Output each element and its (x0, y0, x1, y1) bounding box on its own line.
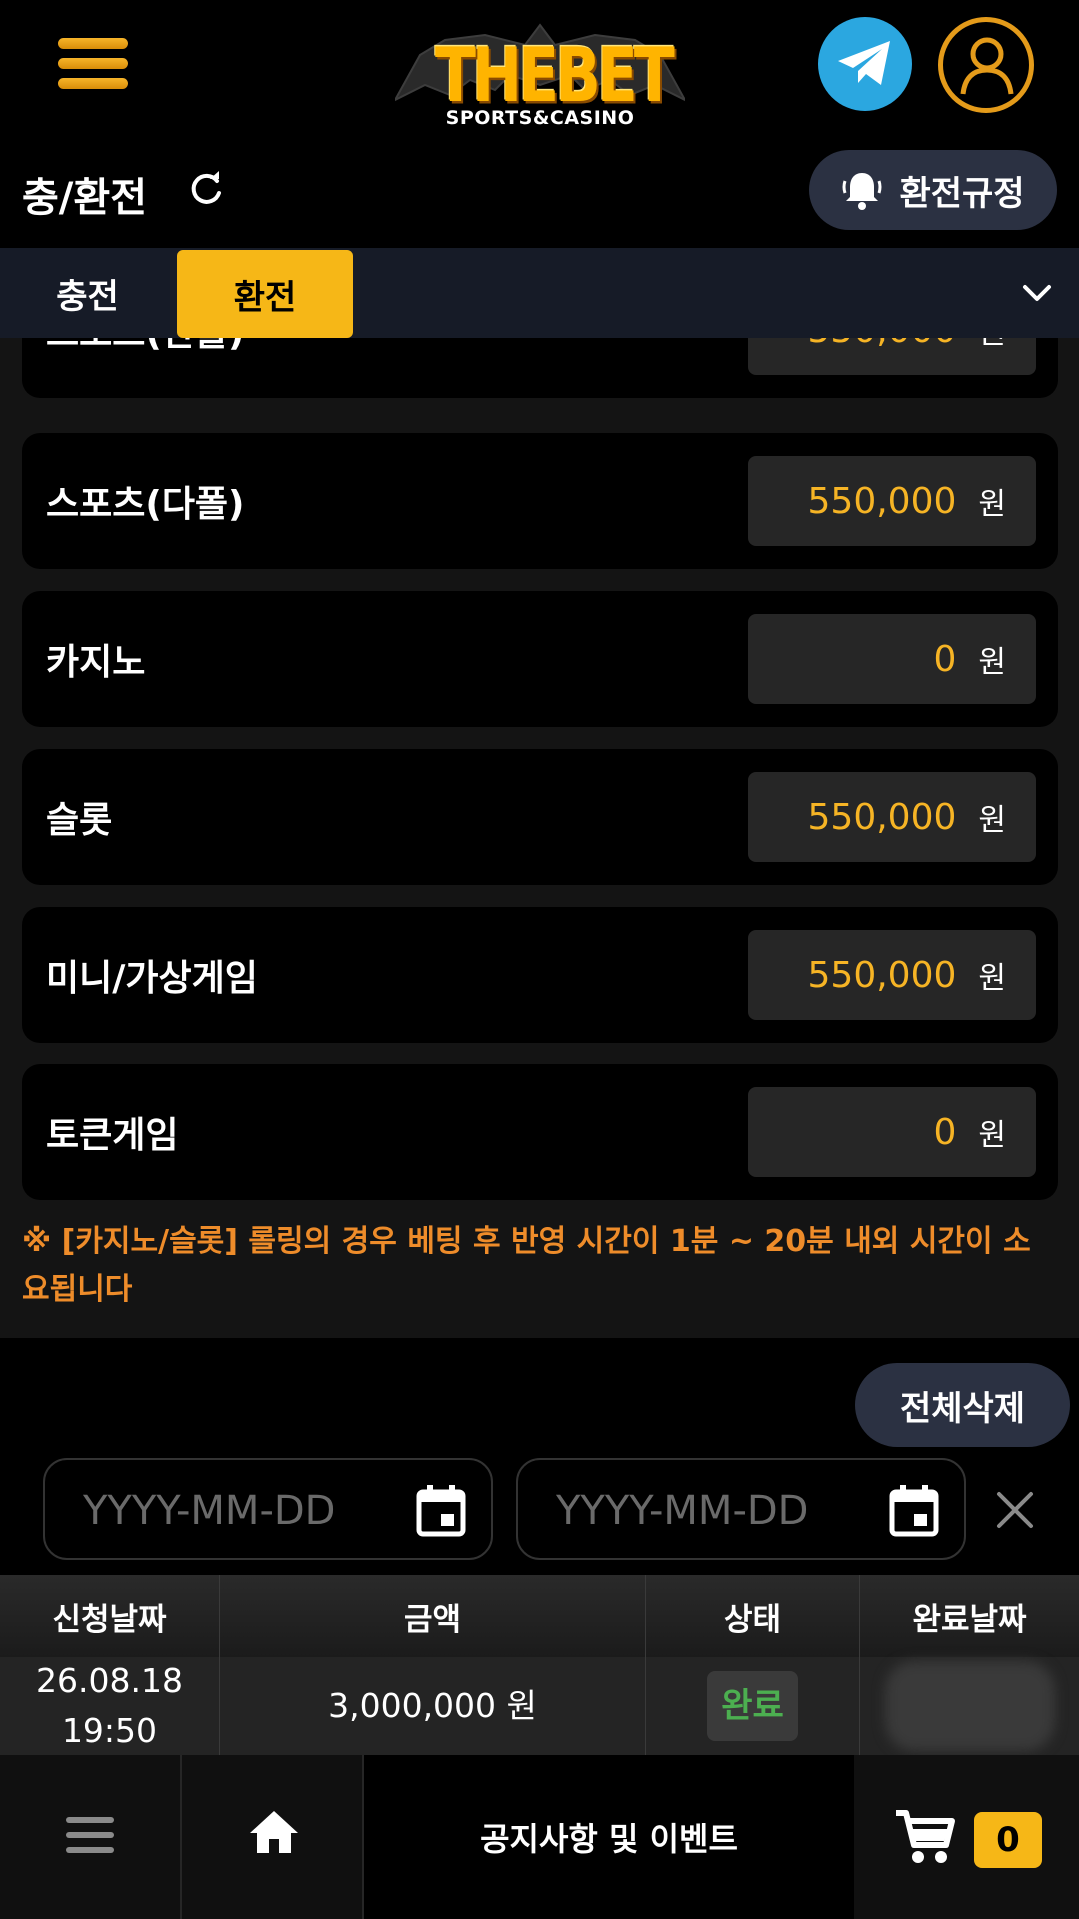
withdraw-rules-label: 환전규정 (899, 173, 1025, 214)
amount-field: 550,000 원 (748, 338, 1036, 375)
cart-count-badge: 0 (974, 1812, 1042, 1868)
header-status: 상태 (646, 1575, 860, 1657)
calendar-icon[interactable] (888, 1484, 940, 1538)
completed-date-cell (860, 1657, 1079, 1755)
list-item: 슬롯 550,000 원 (22, 749, 1058, 885)
header-amount: 금액 (220, 1575, 646, 1657)
end-date-input[interactable]: YYYY-MM-DD (516, 1458, 966, 1560)
history-filter: 전체삭제 YYYY-MM-DD YYYY-MM-DD (0, 1338, 1079, 1578)
request-time: 19:50 (61, 1711, 158, 1750)
delete-all-button[interactable]: 전체삭제 (855, 1363, 1070, 1447)
nav-cart-button[interactable]: 0 (854, 1755, 1079, 1919)
site-logo[interactable]: THEBET SPORTS&CASINO (395, 10, 685, 129)
bottom-nav: 공지사항 및 이벤트 0 (0, 1755, 1079, 1919)
table-header: 신청날짜 금액 상태 완료날짜 (0, 1575, 1079, 1657)
hamburger-menu-icon[interactable] (58, 38, 128, 94)
nav-notice-events[interactable]: 공지사항 및 이벤트 (364, 1755, 854, 1919)
logo-subtext: SPORTS&CASINO (445, 107, 635, 129)
amount-unit: 원 (978, 645, 1006, 680)
nav-menu-button[interactable] (0, 1755, 182, 1919)
row-label: 스포츠(다폴) (46, 484, 245, 525)
list-item: 카지노 0 원 (22, 591, 1058, 727)
refresh-icon[interactable] (186, 169, 226, 209)
app-header: THEBET SPORTS&CASINO (0, 0, 1079, 135)
withdraw-rules-button[interactable]: 환전규정 (809, 150, 1057, 230)
amount-field: 550,000 원 (748, 456, 1036, 546)
amount-value: 0 (933, 1111, 957, 1153)
amount-cell: 3,000,000 원 (220, 1657, 646, 1755)
telegram-button[interactable] (818, 17, 912, 111)
list-item: 스포츠(다폴) 550,000 원 (22, 433, 1058, 569)
calendar-icon[interactable] (415, 1484, 467, 1538)
amount-field: 0 원 (748, 1087, 1036, 1177)
page-title: 충/환전 (22, 175, 148, 221)
user-icon (960, 37, 1014, 95)
list-item: 스포츠(단폴) 550,000 원 (22, 338, 1058, 398)
header-request-date: 신청날짜 (0, 1575, 220, 1657)
table-row[interactable]: 26.08.18 19:50 3,000,000 원 완료 (0, 1657, 1079, 1755)
start-date-placeholder: YYYY-MM-DD (83, 1488, 336, 1534)
end-date-placeholder: YYYY-MM-DD (556, 1488, 809, 1534)
list-item: 미니/가상게임 550,000 원 (22, 907, 1058, 1043)
menu-icon (66, 1817, 114, 1853)
tab-bar: 충전 환전 (0, 248, 1079, 338)
tab-withdraw[interactable]: 환전 (177, 250, 353, 338)
amount-unit: 원 (978, 961, 1006, 996)
row-label: 미니/가상게임 (46, 958, 258, 999)
rolling-notice: ※ [카지노/슬롯] 롤링의 경우 베팅 후 반영 시간이 1분 ~ 20분 내… (22, 1224, 1031, 1307)
request-date-cell: 26.08.18 19:50 (0, 1657, 220, 1755)
row-label: 스포츠(단폴) (46, 338, 245, 398)
amount-field: 550,000 원 (748, 772, 1036, 862)
amount-value: 550,000 (807, 480, 957, 522)
request-date: 26.08.18 (36, 1661, 183, 1700)
header-completed-date: 완료날짜 (912, 1601, 1027, 1638)
profile-button[interactable] (938, 17, 1034, 113)
redacted-blur (884, 1661, 1055, 1751)
close-icon[interactable] (993, 1488, 1037, 1532)
history-table: 신청날짜 금액 상태 완료날짜 26.08.18 19:50 3,000,000… (0, 1575, 1079, 1755)
chevron-down-icon[interactable] (1020, 276, 1054, 310)
start-date-input[interactable]: YYYY-MM-DD (43, 1458, 493, 1560)
status-badge: 완료 (707, 1671, 798, 1741)
amount-value: 0 (933, 638, 957, 680)
row-label: 토큰게임 (46, 1115, 179, 1156)
row-label: 슬롯 (46, 800, 113, 841)
amount-unit: 원 (978, 487, 1006, 522)
amount-value: 550,000 (808, 338, 957, 351)
list-item: 토큰게임 0 원 (22, 1064, 1058, 1200)
status-cell: 완료 (646, 1657, 860, 1755)
home-icon (250, 1811, 298, 1853)
amount-unit: 원 (978, 803, 1006, 838)
cart-icon (896, 1810, 955, 1863)
amount-value: 550,000 (807, 796, 957, 838)
rolling-list: 스포츠(단폴) 550,000 원 스포츠(다폴) 550,000 원 카지노 … (0, 338, 1079, 1338)
tab-deposit[interactable]: 충전 (25, 248, 150, 338)
amount-unit: 원 (978, 338, 1006, 352)
title-row: 충/환전 환전규정 (0, 135, 1079, 247)
amount-field: 0 원 (748, 614, 1036, 704)
amount-unit: 원 (978, 1118, 1006, 1153)
telegram-icon (838, 41, 890, 85)
row-label: 카지노 (46, 642, 146, 683)
nav-home-button[interactable] (182, 1755, 364, 1919)
amount-value: 550,000 (807, 954, 957, 996)
amount-field: 550,000 원 (748, 930, 1036, 1020)
bell-icon (842, 173, 882, 210)
